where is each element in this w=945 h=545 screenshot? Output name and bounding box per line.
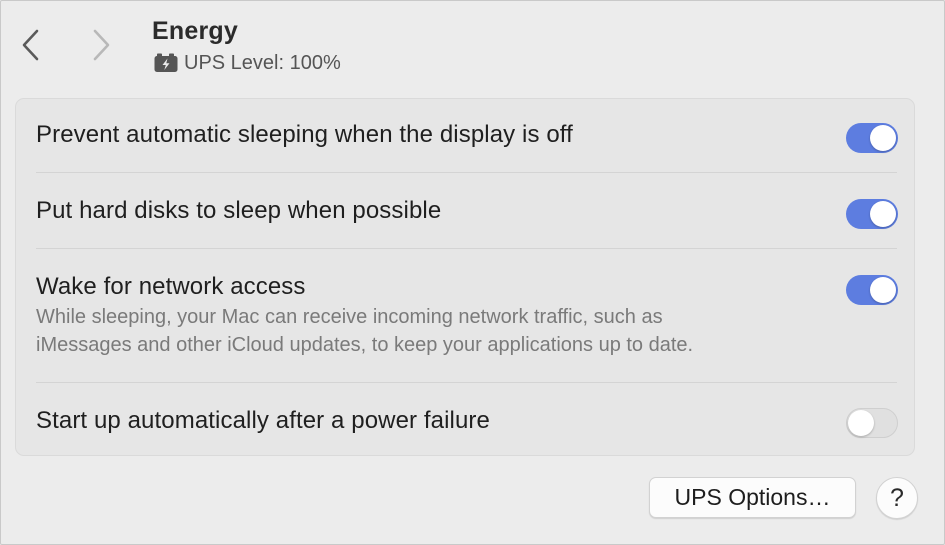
ups-level-status: UPS Level: 100% [154,51,341,75]
battery-charging-icon [154,53,178,73]
setting-label: Start up automatically after a power fai… [36,407,490,434]
page-title: Energy [152,17,238,45]
hard-disks-sleep-toggle[interactable] [846,199,898,229]
prevent-sleep-toggle[interactable] [846,123,898,153]
settings-window: Energy UPS Level: 100% Prevent automatic… [0,0,945,545]
description-line: iMessages and other iCloud updates, to k… [36,334,694,356]
chevron-left-icon [17,27,45,63]
divider [36,382,897,383]
power-failure-startup-toggle[interactable] [846,408,898,438]
setting-row-prevent-sleep: Prevent automatic sleeping when the disp… [36,121,898,153]
toggle-knob [870,277,896,303]
toggle-knob [870,201,896,227]
divider [36,172,897,173]
setting-label: Wake for network access [36,273,306,300]
setting-row-wake-network: Wake for network access While sleeping, … [36,273,898,363]
back-button[interactable] [17,27,45,63]
help-button[interactable]: ? [876,477,918,519]
chevron-right-icon [87,27,115,63]
setting-row-power-failure: Start up automatically after a power fai… [36,407,898,438]
wake-network-toggle[interactable] [846,275,898,305]
setting-label: Put hard disks to sleep when possible [36,197,442,224]
forward-button[interactable] [87,27,115,63]
toggle-knob [870,125,896,151]
ups-options-button[interactable]: UPS Options… [649,477,856,518]
setting-label: Prevent automatic sleeping when the disp… [36,121,573,148]
divider [36,248,897,249]
energy-settings-panel: Prevent automatic sleeping when the disp… [15,98,915,456]
description-line: While sleeping, your Mac can receive inc… [36,306,663,328]
setting-row-hard-disks: Put hard disks to sleep when possible [36,197,898,229]
setting-description: While sleeping, your Mac can receive inc… [36,303,897,359]
ups-level-text: UPS Level: 100% [184,51,341,74]
toggle-knob [848,410,874,436]
